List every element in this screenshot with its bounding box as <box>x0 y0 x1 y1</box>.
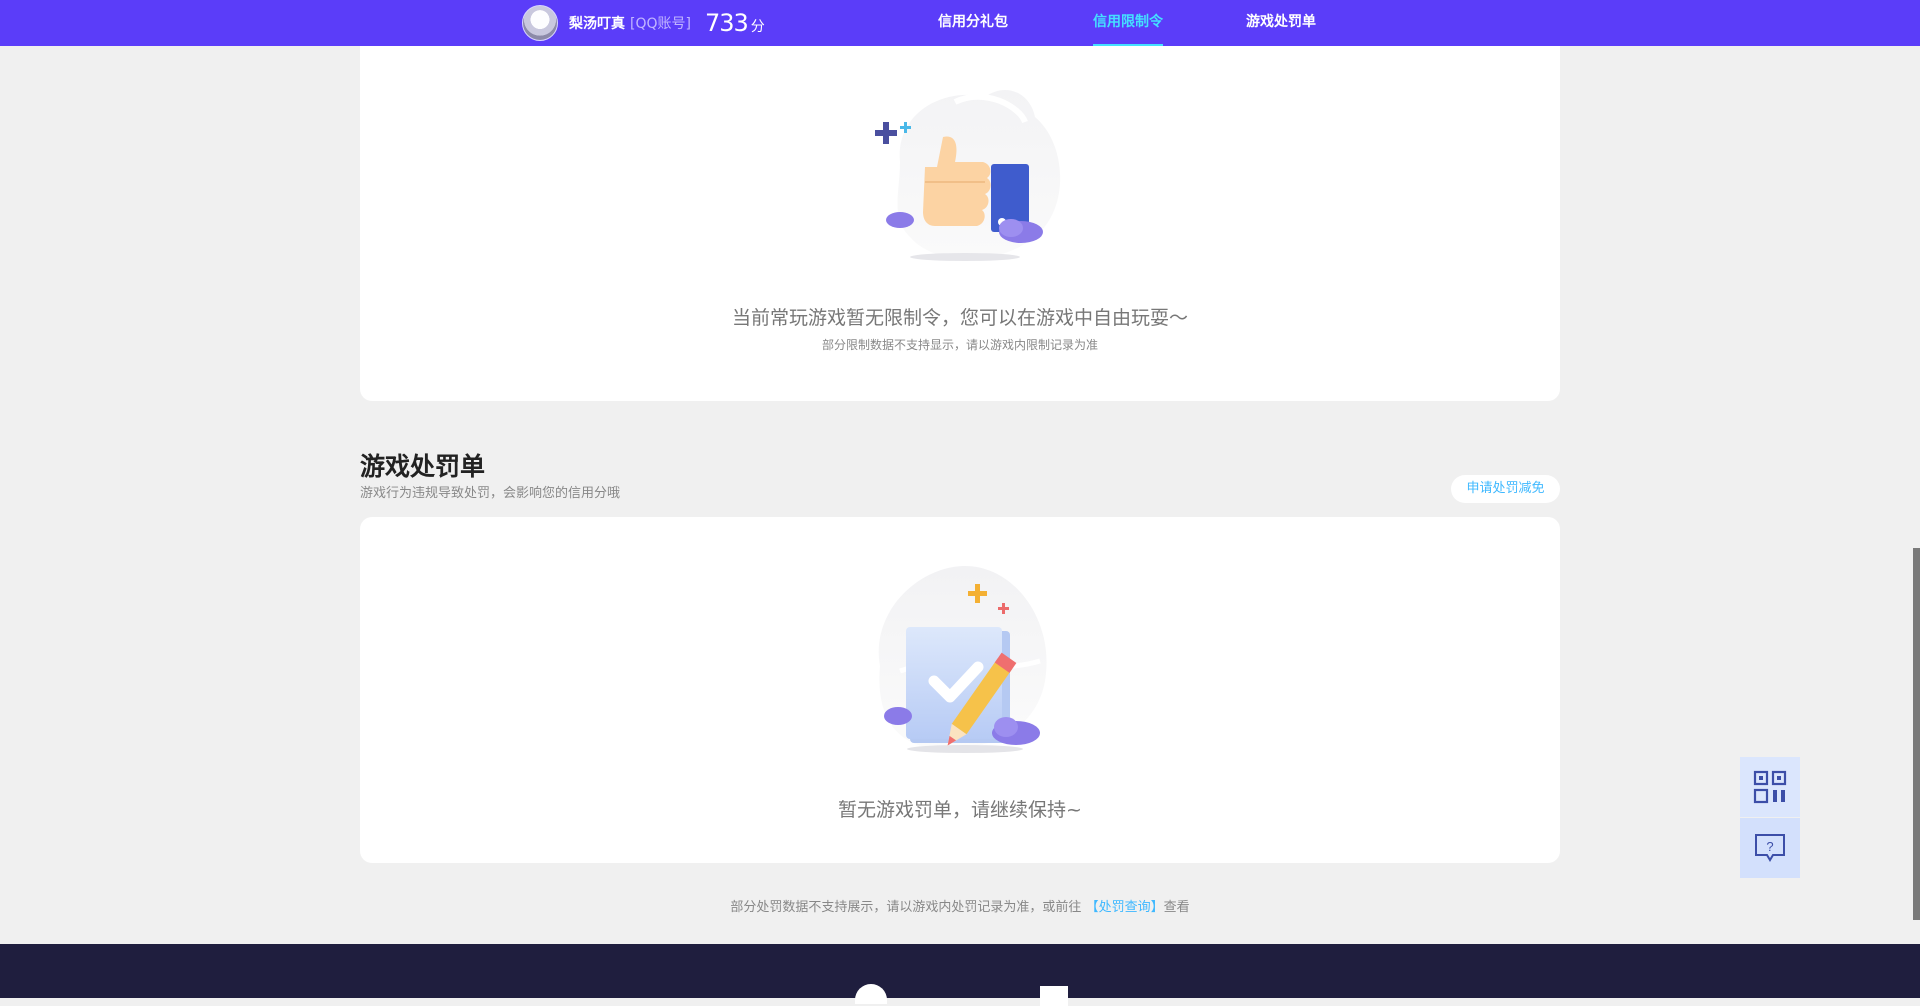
credit-score: 733 <box>704 9 749 37</box>
user-info: 梨汤叮真 [QQ账号] 733 分 <box>522 5 765 41</box>
penalty-empty-title: 暂无游戏罚单，请继续保持~ <box>838 799 1082 821</box>
thumbs-up-illustration <box>875 89 1061 261</box>
restriction-empty-note: 部分限制数据不支持显示，请以游戏内限制记录为准 <box>821 338 1098 352</box>
footnote-text: 部分处罚数据不支持展示，请以游戏内处罚记录为准，或前往 <box>730 900 1082 915</box>
restriction-empty-title: 当前常玩游戏暂无限制令，您可以在游戏中自由玩耍～ <box>731 307 1188 329</box>
svg-text:?: ? <box>1766 839 1773 854</box>
wechat-icon[interactable] <box>855 984 887 1004</box>
account-type: [QQ账号] <box>630 16 691 32</box>
qr-code-icon <box>1753 770 1787 804</box>
avatar[interactable] <box>522 5 558 41</box>
restriction-card: 当前常玩游戏暂无限制令，您可以在游戏中自由玩耍～ 部分限制数据不支持显示，请以游… <box>360 0 1560 401</box>
qr-code-button[interactable] <box>1740 757 1800 817</box>
tab-game-penalty[interactable]: 游戏处罚单 <box>1246 0 1316 46</box>
tab-credit-gift[interactable]: 信用分礼包 <box>938 0 1008 46</box>
tab-credit-restriction[interactable]: 信用限制令 <box>1093 0 1163 46</box>
scrollbar-thumb[interactable] <box>1913 548 1920 920</box>
penalty-section-description: 游戏行为违规导致处罚，会影响您的信用分哦 <box>360 486 621 501</box>
top-nav-bar: 梨汤叮真 [QQ账号] 733 分 信用分礼包 信用限制令 游戏处罚单 <box>0 0 1920 46</box>
site-footer <box>0 944 1920 1006</box>
penalty-section-title: 游戏处罚单 <box>360 452 486 481</box>
username: 梨汤叮真 <box>569 16 625 32</box>
credit-score-unit: 分 <box>750 19 765 35</box>
penalty-card: 暂无游戏罚单，请继续保持~ <box>360 517 1560 863</box>
footer-square-icon[interactable] <box>1040 986 1068 1006</box>
apply-penalty-reduction-button[interactable]: 申请处罚减免 <box>1451 475 1560 503</box>
penalty-footnote: 部分处罚数据不支持展示，请以游戏内处罚记录为准，或前往 【处罚查询】查看 <box>0 896 1920 915</box>
penalty-query-link[interactable]: 【处罚查询】 <box>1086 900 1164 915</box>
help-button[interactable]: ? <box>1740 818 1800 878</box>
footnote-suffix: 查看 <box>1163 900 1190 915</box>
help-chat-icon: ? <box>1755 834 1785 862</box>
checklist-illustration <box>878 566 1047 753</box>
